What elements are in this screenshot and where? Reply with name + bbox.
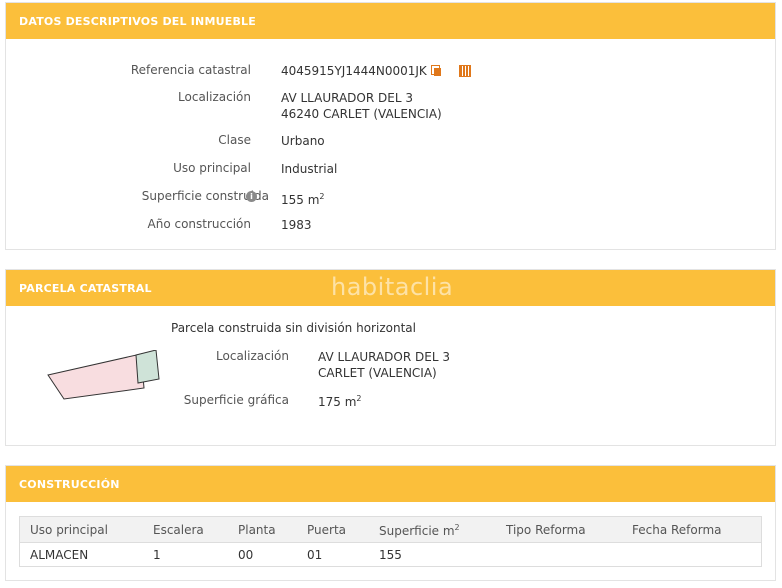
parcela-caption: Parcela construida sin división horizont… — [171, 321, 416, 335]
superficie-grafica-sup: 2 — [356, 394, 362, 403]
parcela-catastral-panel: PARCELA CATASTRAL habitaclia Parcela con… — [5, 269, 776, 446]
construccion-panel: CONSTRUCCIÓN Uso principal Escalera Plan… — [5, 465, 776, 581]
panel-title: CONSTRUCCIÓN — [19, 477, 120, 491]
table-header-row: Uso principal Escalera Planta Puerta Sup… — [20, 517, 761, 543]
superficie-construida-number: 155 m — [281, 193, 320, 207]
construccion-table: Uso principal Escalera Planta Puerta Sup… — [19, 516, 762, 567]
cell-puerta: 01 — [307, 548, 323, 562]
superficie-grafica-number: 175 m — [318, 395, 357, 409]
panel-title: PARCELA CATASTRAL — [19, 281, 152, 295]
habitaclia-watermark: habitaclia — [331, 273, 454, 301]
superficie-construida-value: 155 m2 — [281, 189, 325, 208]
uso-principal-label: Uso principal — [173, 161, 251, 175]
parcel-outline — [47, 353, 145, 400]
cell-escalera: 1 — [153, 548, 161, 562]
datos-descriptivos-header: DATOS DESCRIPTIVOS DEL INMUEBLE — [6, 3, 775, 39]
localizacion-line1: AV LLAURADOR DEL 3 — [281, 91, 413, 105]
header-superficie: Superficie m2 — [379, 523, 460, 538]
table-row: ALMACEN 1 00 01 155 — [20, 543, 761, 566]
parcela-localizacion-value: AV LLAURADOR DEL 3 CARLET (VALENCIA) — [318, 349, 450, 381]
parcela-localizacion-line1: AV LLAURADOR DEL 3 — [318, 350, 450, 364]
header-fecha-reforma: Fecha Reforma — [632, 523, 722, 537]
referencia-catastral-label: Referencia catastral — [130, 63, 251, 77]
header-superficie-sup: 2 — [454, 523, 460, 532]
referencia-catastral-text: 4045915YJ1444N0001JK — [281, 64, 427, 78]
uso-principal-value: Industrial — [281, 162, 338, 176]
header-puerta: Puerta — [307, 523, 347, 537]
header-escalera: Escalera — [153, 523, 204, 537]
header-planta: Planta — [238, 523, 276, 537]
clase-value: Urbano — [281, 134, 325, 148]
parcela-localizacion-label: Localización — [216, 349, 289, 363]
cell-planta: 00 — [238, 548, 254, 562]
info-icon[interactable]: i — [246, 191, 257, 202]
superficie-grafica-value: 175 m2 — [318, 391, 362, 410]
panel-title: DATOS DESCRIPTIVOS DEL INMUEBLE — [19, 14, 256, 28]
ano-construccion-value: 1983 — [281, 218, 312, 232]
clase-label: Clase — [218, 133, 251, 147]
parcela-localizacion-line2: CARLET (VALENCIA) — [318, 366, 437, 380]
copy-icon[interactable] — [430, 64, 443, 77]
parcel-map-shape — [47, 350, 160, 400]
referencia-catastral-value: 4045915YJ1444N0001JK — [281, 63, 471, 79]
superficie-unit-sup: 2 — [319, 192, 325, 201]
cell-superficie: 155 — [379, 548, 402, 562]
grid-icon[interactable] — [458, 65, 471, 77]
construccion-header: CONSTRUCCIÓN — [6, 466, 775, 502]
localizacion-value: AV LLAURADOR DEL 3 46240 CARLET (VALENCI… — [281, 90, 442, 122]
localizacion-line2: 46240 CARLET (VALENCIA) — [281, 107, 442, 121]
datos-descriptivos-panel: DATOS DESCRIPTIVOS DEL INMUEBLE Referenc… — [5, 2, 776, 250]
header-uso-principal: Uso principal — [30, 523, 108, 537]
header-tipo-reforma: Tipo Reforma — [506, 523, 586, 537]
header-superficie-text: Superficie m — [379, 524, 455, 538]
cell-uso-principal: ALMACEN — [30, 548, 89, 562]
ano-construccion-label: Año construcción — [147, 217, 252, 231]
superficie-grafica-label: Superficie gráfica — [183, 393, 289, 407]
parcel-built-area — [135, 350, 160, 384]
parcela-catastral-header: PARCELA CATASTRAL habitaclia — [6, 270, 775, 306]
localizacion-label: Localización — [178, 90, 251, 104]
